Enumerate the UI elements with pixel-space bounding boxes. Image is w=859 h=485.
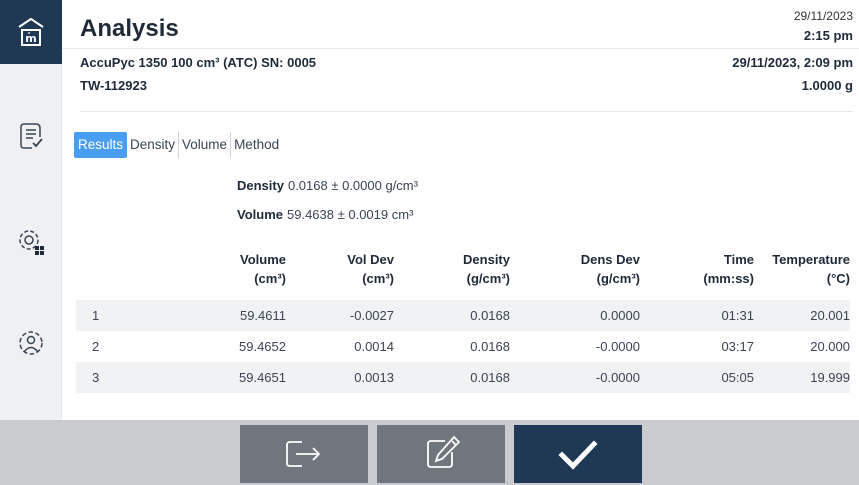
edit-icon — [427, 435, 461, 468]
dens-dev-cell: 0.0000 — [600, 308, 640, 323]
column-header: Temperature (°C) — [772, 250, 850, 288]
page-title: Analysis — [80, 15, 179, 42]
run-datetime: 29/11/2023, 2:09 pm — [732, 55, 853, 70]
vol-dev-cell: 0.0013 — [354, 370, 394, 385]
info-divider — [80, 111, 853, 112]
volume-cell: 59.4652 — [239, 339, 286, 354]
temperature-cell: 19.999 — [810, 370, 850, 385]
column-unit: (°C) — [826, 271, 850, 286]
vol-dev-cell: 0.0014 — [354, 339, 394, 354]
time-cell: 01:31 — [721, 308, 754, 323]
sample-id: TW-112923 — [80, 78, 147, 93]
instrument-label: AccuPyc 1350 100 cm³ (ATC) SN: 0005 — [80, 55, 317, 70]
column-header: Time (mm:ss) — [703, 250, 754, 288]
confirm-button[interactable] — [514, 425, 642, 483]
column-name: Vol Dev — [347, 252, 394, 267]
volume-summary: Volume 59.4638 ± 0.0019 cm³ — [237, 207, 413, 222]
svg-text:m: m — [25, 32, 36, 45]
column-unit: (g/cm³) — [466, 271, 510, 286]
footer-bar — [0, 420, 859, 485]
time-cell: 05:05 — [721, 370, 754, 385]
density-summary-value: 0.0168 ± 0.0000 g/cm³ — [287, 178, 418, 193]
table-header: Volume (cm³) Vol Dev (cm³) Density (g/cm… — [76, 250, 850, 300]
tab-volume[interactable]: Volume — [179, 132, 232, 158]
home-button[interactable]: m — [0, 0, 62, 64]
table-row[interactable]: 2 59.4652 0.0014 0.0168 -0.0000 03:17 20… — [76, 331, 850, 362]
instrument-settings-button[interactable] — [0, 212, 62, 272]
volume-cell: 59.4651 — [239, 370, 286, 385]
vol-dev-cell: -0.0027 — [349, 308, 394, 323]
density-summary-label: Density — [237, 178, 284, 193]
density-summary: Density 0.0168 ± 0.0000 g/cm³ — [237, 178, 418, 193]
sample-mass: 1.0000 g — [801, 78, 853, 93]
table-row[interactable]: 1 59.4611 -0.0027 0.0168 0.0000 01:31 20… — [76, 300, 850, 331]
tab-results[interactable]: Results — [74, 132, 128, 158]
user-settings-icon — [19, 331, 43, 355]
column-header: Volume (cm³) — [240, 250, 286, 288]
home-icon: m — [18, 17, 44, 46]
settings-grid-icon — [19, 230, 44, 255]
dens-dev-cell: -0.0000 — [595, 339, 640, 354]
column-unit: (g/cm³) — [596, 271, 640, 286]
column-name: Density — [463, 252, 510, 267]
column-header: Dens Dev (g/cm³) — [581, 250, 640, 288]
time-cell: 03:17 — [721, 339, 754, 354]
sidebar: m — [0, 0, 62, 420]
tab-method[interactable]: Method — [231, 132, 282, 158]
temperature-cell: 20.001 — [810, 308, 850, 323]
temperature-cell: 20.000 — [810, 339, 850, 354]
column-name: Temperature — [772, 252, 850, 267]
user-settings-button[interactable] — [0, 313, 62, 373]
export-icon — [286, 441, 321, 467]
column-unit: (mm:ss) — [703, 271, 754, 286]
column-unit: (cm³) — [254, 271, 286, 286]
column-header: Vol Dev (cm³) — [347, 250, 394, 288]
column-name: Volume — [240, 252, 286, 267]
column-unit: (cm³) — [362, 271, 394, 286]
density-cell: 0.0168 — [470, 339, 510, 354]
volume-summary-value: 59.4638 ± 0.0019 cm³ — [287, 207, 414, 222]
report-checklist-icon — [20, 123, 43, 149]
edit-button[interactable] — [377, 425, 505, 483]
column-header: Density (g/cm³) — [463, 250, 510, 288]
current-date: 29/11/2023 — [793, 9, 853, 23]
density-cell: 0.0168 — [470, 308, 510, 323]
dens-dev-cell: -0.0000 — [595, 370, 640, 385]
column-name: Time — [723, 252, 754, 267]
reports-button[interactable] — [0, 106, 62, 166]
volume-summary-label: Volume — [237, 207, 283, 222]
title-divider — [62, 48, 859, 49]
density-cell: 0.0168 — [470, 370, 510, 385]
column-name: Dens Dev — [580, 252, 640, 267]
results-tabs: Results Density Volume Method — [74, 132, 282, 158]
current-time: 2:15 pm — [803, 28, 853, 43]
row-index: 2 — [92, 339, 100, 354]
table-row[interactable]: 3 59.4651 0.0013 0.0168 -0.0000 05:05 19… — [76, 362, 850, 393]
confirm-checkmark-icon — [558, 440, 598, 470]
export-button[interactable] — [240, 425, 368, 483]
tab-density[interactable]: Density — [127, 132, 180, 158]
volume-cell: 59.4611 — [239, 308, 286, 323]
row-index: 3 — [92, 370, 100, 385]
results-table: Volume (cm³) Vol Dev (cm³) Density (g/cm… — [76, 250, 850, 393]
row-index: 1 — [92, 308, 100, 323]
